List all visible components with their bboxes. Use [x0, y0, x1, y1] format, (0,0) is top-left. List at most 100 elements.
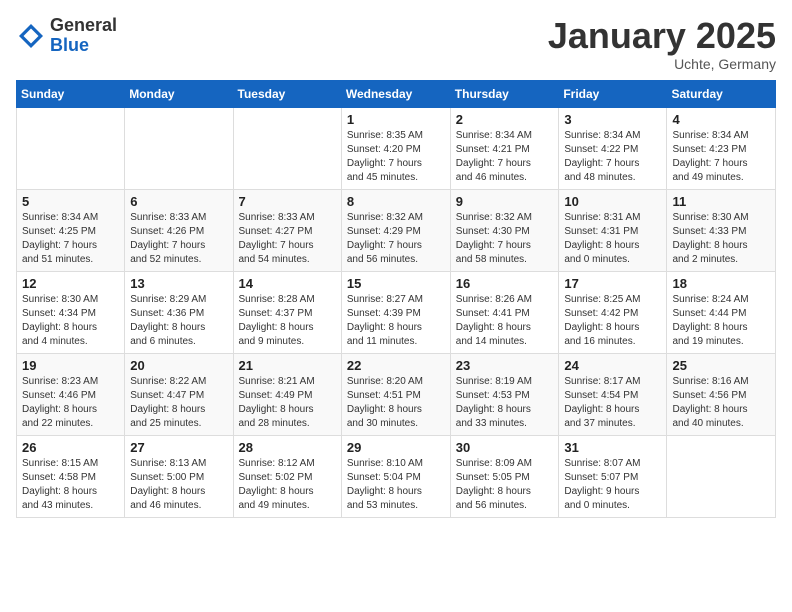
- day-info: Sunrise: 8:33 AM Sunset: 4:26 PM Dayligh…: [130, 211, 227, 267]
- logo-icon: [16, 21, 46, 51]
- day-info: Sunrise: 8:31 AM Sunset: 4:31 PM Dayligh…: [564, 211, 661, 267]
- calendar-cell: [125, 107, 233, 189]
- day-info: Sunrise: 8:35 AM Sunset: 4:20 PM Dayligh…: [347, 129, 445, 185]
- day-info: Sunrise: 8:19 AM Sunset: 4:53 PM Dayligh…: [456, 375, 554, 431]
- day-number: 9: [456, 194, 554, 209]
- calendar-cell: 21 Sunrise: 8:21 AM Sunset: 4:49 PM Dayli…: [233, 353, 341, 435]
- calendar-cell: 4 Sunrise: 8:34 AM Sunset: 4:23 PM Daylig…: [667, 107, 776, 189]
- calendar-cell: 7 Sunrise: 8:33 AM Sunset: 4:27 PM Daylig…: [233, 189, 341, 271]
- day-info: Sunrise: 8:32 AM Sunset: 4:29 PM Dayligh…: [347, 211, 445, 267]
- calendar-week-row: 26 Sunrise: 8:15 AM Sunset: 4:58 PM Dayli…: [17, 435, 776, 517]
- calendar-header-friday: Friday: [559, 80, 667, 107]
- day-number: 30: [456, 440, 554, 455]
- day-info: Sunrise: 8:34 AM Sunset: 4:23 PM Dayligh…: [672, 129, 770, 185]
- day-info: Sunrise: 8:32 AM Sunset: 4:30 PM Dayligh…: [456, 211, 554, 267]
- day-number: 1: [347, 112, 445, 127]
- calendar-cell: 27Sunrise: 8:13 AM Sunset: 5:00 PM Dayli…: [125, 435, 233, 517]
- day-number: 28: [239, 440, 336, 455]
- day-info: Sunrise: 8:21 AM Sunset: 4:49 PM Dayligh…: [239, 375, 336, 431]
- calendar-cell: 11 Sunrise: 8:30 AM Sunset: 4:33 PM Dayli…: [667, 189, 776, 271]
- logo-general: General: [50, 16, 117, 36]
- day-number: 13: [130, 276, 227, 291]
- day-info: Sunrise: 8:07 AM Sunset: 5:07 PM Dayligh…: [564, 457, 661, 513]
- calendar-cell: 31 Sunrise: 8:07 AM Sunset: 5:07 PM Dayli…: [559, 435, 667, 517]
- day-info: Sunrise: 8:24 AM Sunset: 4:44 PM Dayligh…: [672, 293, 770, 349]
- day-number: 17: [564, 276, 661, 291]
- day-number: 29: [347, 440, 445, 455]
- day-info: Sunrise: 8:29 AM Sunset: 4:36 PM Dayligh…: [130, 293, 227, 349]
- day-number: 31: [564, 440, 661, 455]
- calendar-table: SundayMondayTuesdayWednesdayThursdayFrid…: [16, 80, 776, 518]
- calendar-cell: 25 Sunrise: 8:16 AM Sunset: 4:56 PM Dayli…: [667, 353, 776, 435]
- day-info: Sunrise: 8:28 AM Sunset: 4:37 PM Dayligh…: [239, 293, 336, 349]
- calendar-header-sunday: Sunday: [17, 80, 125, 107]
- calendar-cell: 5Sunrise: 8:34 AM Sunset: 4:25 PM Daylig…: [17, 189, 125, 271]
- calendar-cell: 18 Sunrise: 8:24 AM Sunset: 4:44 PM Dayli…: [667, 271, 776, 353]
- day-info: Sunrise: 8:34 AM Sunset: 4:25 PM Dayligh…: [22, 211, 119, 267]
- calendar-cell: 14 Sunrise: 8:28 AM Sunset: 4:37 PM Dayli…: [233, 271, 341, 353]
- calendar-header-monday: Monday: [125, 80, 233, 107]
- day-number: 23: [456, 358, 554, 373]
- day-number: 10: [564, 194, 661, 209]
- day-number: 27: [130, 440, 227, 455]
- logo-blue: Blue: [50, 36, 117, 56]
- day-number: 15: [347, 276, 445, 291]
- day-info: Sunrise: 8:15 AM Sunset: 4:58 PM Dayligh…: [22, 457, 119, 513]
- day-info: Sunrise: 8:20 AM Sunset: 4:51 PM Dayligh…: [347, 375, 445, 431]
- calendar-week-row: 19 Sunrise: 8:23 AM Sunset: 4:46 PM Dayli…: [17, 353, 776, 435]
- day-info: Sunrise: 8:30 AM Sunset: 4:33 PM Dayligh…: [672, 211, 770, 267]
- day-number: 25: [672, 358, 770, 373]
- calendar-cell: [233, 107, 341, 189]
- calendar-header-wednesday: Wednesday: [341, 80, 450, 107]
- calendar-cell: 24Sunrise: 8:17 AM Sunset: 4:54 PM Dayli…: [559, 353, 667, 435]
- day-info: Sunrise: 8:23 AM Sunset: 4:46 PM Dayligh…: [22, 375, 119, 431]
- calendar-cell: 20Sunrise: 8:22 AM Sunset: 4:47 PM Dayli…: [125, 353, 233, 435]
- day-info: Sunrise: 8:27 AM Sunset: 4:39 PM Dayligh…: [347, 293, 445, 349]
- day-number: 19: [22, 358, 119, 373]
- title-block: January 2025 Uchte, Germany: [548, 16, 776, 72]
- day-number: 22: [347, 358, 445, 373]
- location: Uchte, Germany: [548, 56, 776, 72]
- day-info: Sunrise: 8:16 AM Sunset: 4:56 PM Dayligh…: [672, 375, 770, 431]
- day-info: Sunrise: 8:26 AM Sunset: 4:41 PM Dayligh…: [456, 293, 554, 349]
- calendar-cell: 17Sunrise: 8:25 AM Sunset: 4:42 PM Dayli…: [559, 271, 667, 353]
- calendar-week-row: 5Sunrise: 8:34 AM Sunset: 4:25 PM Daylig…: [17, 189, 776, 271]
- calendar-cell: 6Sunrise: 8:33 AM Sunset: 4:26 PM Daylig…: [125, 189, 233, 271]
- day-info: Sunrise: 8:17 AM Sunset: 4:54 PM Dayligh…: [564, 375, 661, 431]
- day-info: Sunrise: 8:34 AM Sunset: 4:21 PM Dayligh…: [456, 129, 554, 185]
- day-number: 20: [130, 358, 227, 373]
- day-number: 7: [239, 194, 336, 209]
- calendar-header-tuesday: Tuesday: [233, 80, 341, 107]
- day-number: 26: [22, 440, 119, 455]
- calendar-cell: 10 Sunrise: 8:31 AM Sunset: 4:31 PM Dayli…: [559, 189, 667, 271]
- calendar-cell: 3 Sunrise: 8:34 AM Sunset: 4:22 PM Daylig…: [559, 107, 667, 189]
- calendar-cell: 13 Sunrise: 8:29 AM Sunset: 4:36 PM Dayli…: [125, 271, 233, 353]
- day-info: Sunrise: 8:30 AM Sunset: 4:34 PM Dayligh…: [22, 293, 119, 349]
- calendar-cell: 15 Sunrise: 8:27 AM Sunset: 4:39 PM Dayli…: [341, 271, 450, 353]
- calendar-cell: 12 Sunrise: 8:30 AM Sunset: 4:34 PM Dayli…: [17, 271, 125, 353]
- day-info: Sunrise: 8:10 AM Sunset: 5:04 PM Dayligh…: [347, 457, 445, 513]
- day-info: Sunrise: 8:33 AM Sunset: 4:27 PM Dayligh…: [239, 211, 336, 267]
- calendar-header-saturday: Saturday: [667, 80, 776, 107]
- calendar-cell: 28 Sunrise: 8:12 AM Sunset: 5:02 PM Dayli…: [233, 435, 341, 517]
- calendar-cell: 9 Sunrise: 8:32 AM Sunset: 4:30 PM Daylig…: [450, 189, 559, 271]
- day-number: 18: [672, 276, 770, 291]
- day-number: 4: [672, 112, 770, 127]
- calendar-cell: 29 Sunrise: 8:10 AM Sunset: 5:04 PM Dayli…: [341, 435, 450, 517]
- day-number: 11: [672, 194, 770, 209]
- day-number: 14: [239, 276, 336, 291]
- day-number: 12: [22, 276, 119, 291]
- calendar-cell: [667, 435, 776, 517]
- day-number: 21: [239, 358, 336, 373]
- calendar-cell: 2Sunrise: 8:34 AM Sunset: 4:21 PM Daylig…: [450, 107, 559, 189]
- calendar-cell: 1 Sunrise: 8:35 AM Sunset: 4:20 PM Daylig…: [341, 107, 450, 189]
- day-info: Sunrise: 8:12 AM Sunset: 5:02 PM Dayligh…: [239, 457, 336, 513]
- calendar-cell: 22 Sunrise: 8:20 AM Sunset: 4:51 PM Dayli…: [341, 353, 450, 435]
- day-number: 3: [564, 112, 661, 127]
- day-info: Sunrise: 8:34 AM Sunset: 4:22 PM Dayligh…: [564, 129, 661, 185]
- day-number: 16: [456, 276, 554, 291]
- month-title: January 2025: [548, 16, 776, 56]
- calendar-cell: 8 Sunrise: 8:32 AM Sunset: 4:29 PM Daylig…: [341, 189, 450, 271]
- day-number: 8: [347, 194, 445, 209]
- calendar-cell: 16 Sunrise: 8:26 AM Sunset: 4:41 PM Dayli…: [450, 271, 559, 353]
